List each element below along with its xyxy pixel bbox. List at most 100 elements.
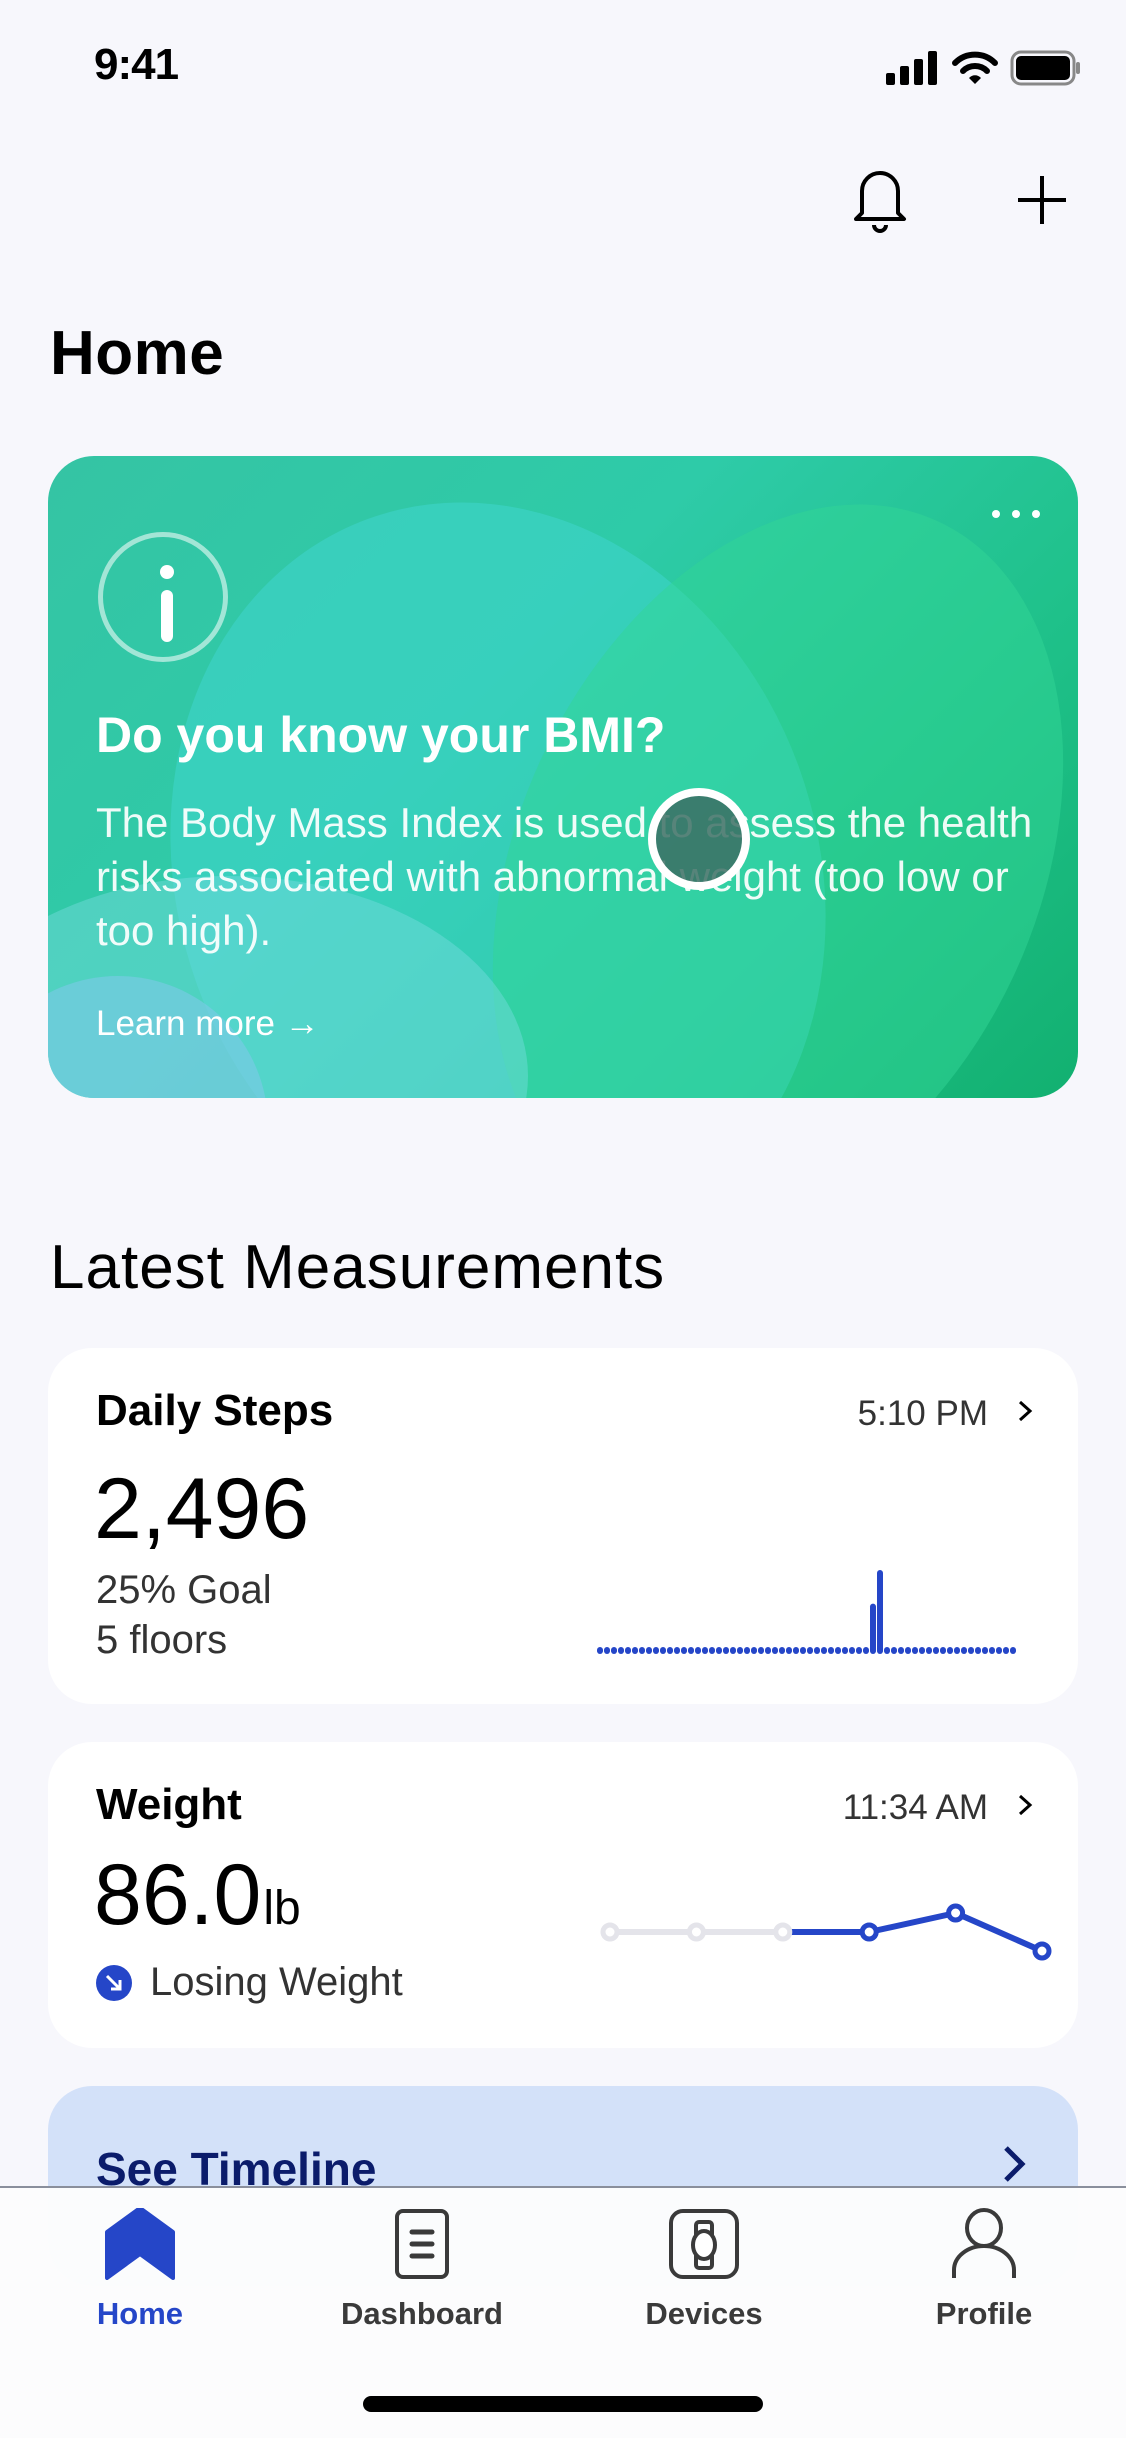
steps-bar: [688, 1647, 694, 1654]
section-title: Latest Measurements: [50, 1233, 666, 1302]
tab-label: Home: [96, 2296, 184, 2331]
weight-card[interactable]: Weight 11:34 AM 86.0lb Losing Weight: [48, 1742, 1078, 2048]
steps-bar: [1010, 1647, 1016, 1654]
steps-bar: [653, 1647, 659, 1654]
steps-bar: [870, 1603, 876, 1654]
tab-home[interactable]: Home: [40, 2208, 240, 2332]
steps-bar: [800, 1647, 806, 1654]
steps-bar: [856, 1647, 862, 1654]
steps-bar: [940, 1647, 946, 1654]
weight-line-segment: [866, 1910, 959, 1935]
wifi-icon: [952, 51, 998, 84]
steps-bar: [947, 1647, 953, 1654]
notifications-button[interactable]: [840, 160, 920, 240]
tab-profile[interactable]: Profile: [884, 2208, 1084, 2332]
steps-bar: [898, 1647, 904, 1654]
steps-bar: [968, 1647, 974, 1654]
steps-bar: [723, 1647, 729, 1654]
weight-point: [859, 1922, 879, 1942]
steps-bar: [667, 1647, 673, 1654]
steps-bar: [618, 1647, 624, 1654]
steps-bar: [660, 1647, 666, 1654]
steps-bar: [779, 1647, 785, 1654]
bmi-card-description: The Body Mass Index is used to assess th…: [96, 799, 1033, 954]
steps-bar: [989, 1647, 995, 1654]
weight-number: 86.0: [94, 1847, 262, 1943]
steps-bar: [765, 1647, 771, 1654]
info-icon: [98, 532, 228, 662]
chevron-right-icon: [1018, 1794, 1033, 1816]
weight-point: [686, 1922, 706, 1942]
steps-bar: [828, 1647, 834, 1654]
signal-icon: [886, 51, 937, 85]
chevron-right-icon: [1018, 1400, 1033, 1422]
steps-value: 2,496: [94, 1461, 310, 1557]
dashboard-icon: [395, 2209, 449, 2279]
more-horizontal-icon: [992, 510, 1000, 518]
steps-chart: [597, 1570, 1016, 1654]
steps-bar: [961, 1647, 967, 1654]
steps-bar: [772, 1647, 778, 1654]
daily-steps-card[interactable]: Daily Steps 5:10 PM 2,496 25% Goal 5 flo…: [48, 1348, 1078, 1704]
steps-bar: [975, 1647, 981, 1654]
home-indicator: [363, 2396, 763, 2412]
steps-bar: [954, 1647, 960, 1654]
steps-bar: [926, 1647, 932, 1654]
steps-bar: [933, 1647, 939, 1654]
steps-bar: [632, 1647, 638, 1654]
steps-bar: [1003, 1647, 1009, 1654]
weight-unit: lb: [263, 1882, 301, 1935]
weight-chart: [600, 1903, 1052, 1961]
more-options-button[interactable]: [992, 510, 1040, 518]
tab-devices[interactable]: Devices: [604, 2208, 804, 2332]
learn-more-link[interactable]: Learn more →: [96, 1004, 320, 1044]
arrow-down-right-icon: [96, 1964, 132, 2001]
tab-dashboard[interactable]: Dashboard: [322, 2208, 522, 2332]
steps-bar: [842, 1647, 848, 1654]
steps-bar: [835, 1647, 841, 1654]
plus-icon: [1018, 176, 1066, 224]
steps-bar: [919, 1647, 925, 1654]
status-icons: [886, 50, 1082, 86]
add-button[interactable]: [1002, 160, 1082, 240]
steps-bar: [639, 1647, 645, 1654]
steps-bar: [611, 1647, 617, 1654]
weight-point: [946, 1903, 966, 1923]
steps-bar: [744, 1647, 750, 1654]
steps-bar: [884, 1647, 890, 1654]
steps-goal: 25% Goal: [96, 1568, 272, 1612]
steps-bar: [730, 1647, 736, 1654]
weight-time: 11:34 AM: [842, 1788, 988, 1827]
page-title: Home: [50, 319, 225, 388]
trend-label: Losing Weight: [150, 1960, 403, 2004]
steps-floors: 5 floors: [96, 1618, 228, 1662]
home-icon: [105, 2208, 175, 2280]
status-time: 9:41: [94, 40, 179, 89]
chevron-right-icon: [1004, 2146, 1026, 2182]
weight-value: 86.0lb: [94, 1846, 301, 1945]
steps-bar: [597, 1647, 603, 1654]
bmi-card-title: Do you know your BMI?: [96, 707, 666, 763]
tab-label: Devices: [645, 2296, 763, 2331]
steps-bar: [996, 1647, 1002, 1654]
steps-bar: [681, 1647, 687, 1654]
tab-label: Profile: [935, 2296, 1033, 2331]
steps-bar: [709, 1647, 715, 1654]
bell-icon: [854, 171, 906, 233]
steps-title: Daily Steps: [96, 1386, 334, 1435]
weight-point: [773, 1922, 793, 1942]
bmi-info-card[interactable]: Do you know your BMI? The Body Mass Inde…: [48, 456, 1078, 1098]
touch-indicator: [648, 788, 750, 890]
steps-bar: [758, 1647, 764, 1654]
steps-bar: [912, 1647, 918, 1654]
weight-point: [600, 1922, 620, 1942]
steps-bar: [695, 1647, 701, 1654]
steps-bar: [702, 1647, 708, 1654]
steps-bar: [982, 1647, 988, 1654]
battery-icon: [1010, 50, 1080, 86]
steps-bar: [737, 1647, 743, 1654]
watch-icon: [669, 2209, 739, 2279]
steps-time: 5:10 PM: [857, 1394, 988, 1433]
steps-bar: [604, 1647, 610, 1654]
weight-title: Weight: [96, 1780, 242, 1829]
